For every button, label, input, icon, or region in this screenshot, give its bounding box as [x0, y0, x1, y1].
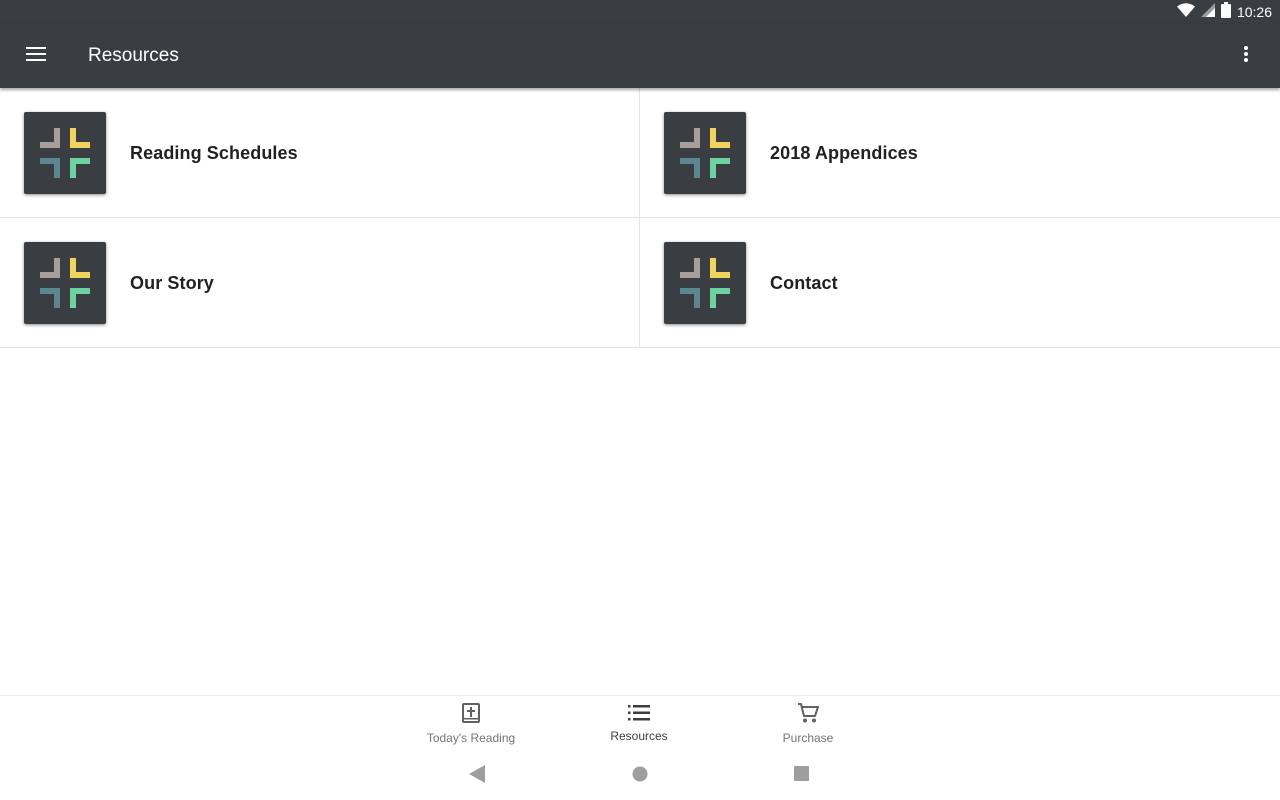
status-icons: 10:26 [1176, 0, 1272, 24]
nav-item-purchase[interactable]: Purchase [743, 696, 873, 752]
nav-label: Resources [610, 729, 668, 743]
more-vert-icon [1244, 45, 1248, 67]
cart-icon [797, 703, 819, 728]
list-icon [628, 705, 650, 726]
recents-button[interactable] [788, 763, 814, 789]
system-navigation-bar [0, 751, 1280, 800]
battery-icon [1220, 1, 1231, 23]
app-bar: Resources [0, 24, 1280, 88]
nav-label: Purchase [782, 731, 834, 745]
bottom-navigation: Today's Reading Resources Purchase [0, 695, 1280, 751]
back-button[interactable] [464, 763, 490, 789]
logo-cross-icon [24, 112, 106, 194]
resource-label: Our Story [130, 273, 214, 293]
resource-label: Reading Schedules [130, 143, 298, 163]
status-time: 10:26 [1236, 4, 1272, 20]
logo-cross-icon [664, 112, 746, 194]
logo-cross-icon [664, 242, 746, 324]
resource-label: Contact [770, 273, 838, 293]
home-button[interactable] [627, 763, 653, 789]
resource-tile-our-story[interactable]: Our Story [0, 218, 640, 348]
resource-label: 2018 Appendices [770, 143, 918, 163]
back-triangle-icon [469, 764, 485, 788]
resource-tile-reading-schedules[interactable]: Reading Schedules [0, 88, 640, 218]
resource-tile-2018-appendices[interactable]: 2018 Appendices [640, 88, 1280, 218]
wifi-icon [1176, 2, 1195, 22]
menu-button[interactable] [18, 38, 54, 74]
nav-item-resources[interactable]: Resources [574, 696, 704, 752]
nav-label: Today's Reading [426, 731, 516, 745]
overflow-menu-button[interactable] [1228, 38, 1264, 74]
hamburger-menu-icon [26, 46, 46, 67]
cell-signal-icon [1200, 2, 1215, 22]
page-title: Resources [88, 45, 179, 66]
recents-square-icon [793, 766, 809, 786]
status-bar: 10:26 [0, 0, 1280, 24]
bible-icon [462, 703, 480, 728]
nav-item-todays-reading[interactable]: Today's Reading [406, 696, 536, 752]
resource-grid: Reading Schedules 2018 Appendices Our St… [0, 88, 1280, 348]
resource-tile-contact[interactable]: Contact [640, 218, 1280, 348]
home-circle-icon [632, 766, 648, 787]
logo-cross-icon [24, 242, 106, 324]
